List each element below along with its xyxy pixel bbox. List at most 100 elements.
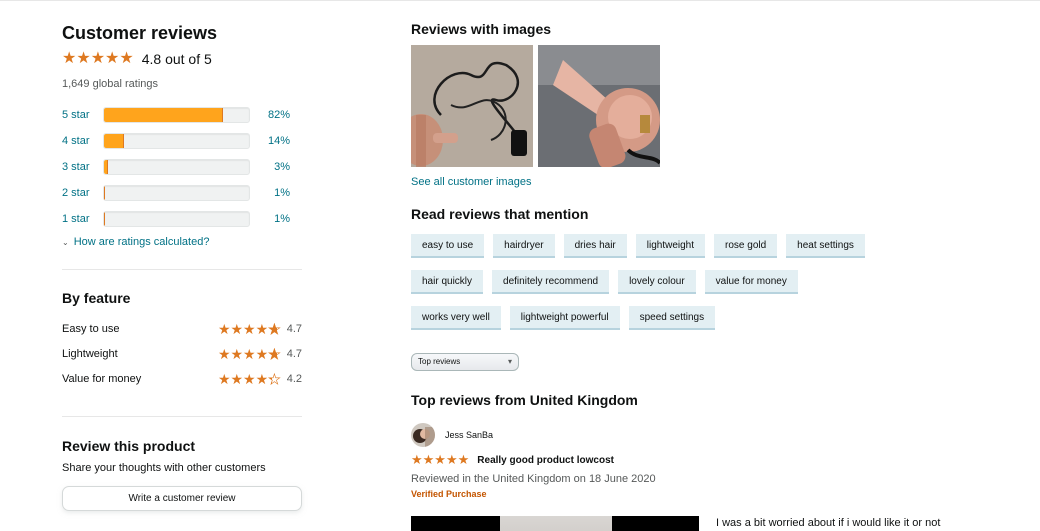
review-body: I was a bit worried about if i would lik… [716,517,941,529]
review-heading[interactable]: ★★★★★ Really good product lowcost [411,451,1031,469]
feature-row: Lightweight ★★★★ ★ 4.7 [62,341,302,366]
histogram-percent[interactable]: 1% [250,187,290,199]
histogram-bar[interactable] [103,211,250,227]
section-divider [62,269,302,270]
reviews-main: Reviews with images See all customer ima… [411,20,1031,531]
top-divider [0,0,1040,1]
average-stars: ★ ★ ★ ★ ★ [62,51,134,67]
histogram-fill [104,212,106,226]
star-icon: ★ [105,50,120,67]
reviewer-profile[interactable]: Jess SanBa [411,423,1031,447]
feature-rating: 4.2 [286,372,302,385]
top-reviews-title: Top reviews from United Kingdom [411,392,638,408]
star-icon: ★★★★ [217,370,269,387]
feature-row: Value for money ★★★★ ★ 4.2 [62,366,302,391]
histogram-fill [104,108,223,122]
histogram-label[interactable]: 3 star [62,161,102,173]
star-half-icon: ★ [268,370,281,387]
read-reviews-mention-title: Read reviews that mention [411,206,589,222]
verified-purchase-badge: Verified Purchase [411,489,487,499]
histogram-bar[interactable] [103,159,250,175]
review-image-thumbnail[interactable] [538,45,660,167]
feature-name: Easy to use [62,322,120,335]
histogram-percent[interactable]: 82% [250,109,290,121]
histogram-fill [104,160,109,174]
histogram-bar[interactable] [103,107,250,123]
star-half-icon: ★ [268,345,281,362]
mention-chip[interactable]: lightweight [635,234,706,258]
feature-rating: 4.7 [286,322,302,335]
histogram-bar[interactable] [103,185,250,201]
global-ratings-count: 1,649 global ratings [62,78,159,90]
review-images [411,45,1031,167]
mention-chip[interactable]: hairdryer [493,234,555,258]
review-item: Jess SanBa ★★★★★ Really good product low… [411,423,1031,531]
by-feature-title: By feature [62,290,131,306]
mention-chips: easy to use hairdryer dries hair lightwe… [411,234,871,330]
star-icon: ★ [90,50,106,67]
star-half-icon: ★ [268,320,281,337]
reviews-with-images-title: Reviews with images [411,21,552,37]
average-text: 4.8 out of 5 [141,51,212,67]
how-ratings-calculated-link[interactable]: ⌄ How are ratings calculated? [62,236,302,248]
feature-row: Easy to use ★★★★ ★ 4.7 [62,316,302,341]
sort-reviews-dropdown[interactable]: Top reviews ▾ [411,353,519,371]
how-ratings-label[interactable]: How are ratings calculated? [74,236,210,248]
star-icon: ★★★★★ [411,452,470,467]
avatar[interactable] [411,423,435,447]
star-icon: ★ [76,50,91,67]
star-icon: ★★★★ [217,320,269,337]
feature-list: Easy to use ★★★★ ★ 4.7 Lightweight ★★★★ ★ … [62,316,302,391]
mention-chip[interactable]: heat settings [786,234,865,258]
video-frame [500,516,612,531]
average-rating[interactable]: ★ ★ ★ ★ ★ 4.8 out of 5 [62,48,302,70]
histogram-label[interactable]: 4 star [62,135,102,147]
histogram-fill [104,186,106,200]
feature-stars: ★★★★ ★ [217,345,281,362]
chevron-down-icon: ▾ [507,357,512,366]
customer-reviews-title: Customer reviews [62,23,218,43]
histogram-row-1[interactable]: 1 star 1% [62,206,302,232]
hairdryer-cord-photo [411,45,533,167]
chevron-down-icon: ⌄ [62,237,69,247]
histogram-label[interactable]: 1 star [62,213,102,225]
see-all-images-link[interactable]: See all customer images [411,176,531,188]
review-title[interactable]: Really good product lowcost [477,455,614,466]
rating-histogram: 5 star 82% 4 star 14% 3 star 3% 2 star 1… [62,102,302,232]
histogram-fill [104,134,125,148]
review-stars[interactable]: ★★★★★ [411,451,469,469]
mention-chip[interactable]: lightweight powerful [509,306,620,330]
review-date: Reviewed in the United Kingdom on 18 Jun… [411,473,656,485]
mention-chip[interactable]: dries hair [563,234,627,258]
mention-chip[interactable]: speed settings [628,306,716,330]
feature-rating: 4.7 [286,347,302,360]
histogram-row-3[interactable]: 3 star 3% [62,154,302,180]
histogram-row-2[interactable]: 2 star 1% [62,180,302,206]
avatar-photo [411,423,435,447]
mention-chip[interactable]: lovely colour [618,270,696,294]
review-product-title: Review this product [62,438,196,454]
histogram-percent[interactable]: 14% [250,135,290,147]
section-divider [62,416,302,417]
histogram-label[interactable]: 2 star [62,187,102,199]
histogram-row-4[interactable]: 4 star 14% [62,128,302,154]
star-icon: ★★★★ [217,345,269,362]
histogram-percent[interactable]: 3% [250,161,290,173]
histogram-bar[interactable] [103,133,250,149]
mention-chip[interactable]: hair quickly [411,270,484,294]
star-icon: ★ [119,50,134,67]
mention-chip[interactable]: rose gold [714,234,778,258]
histogram-row-5[interactable]: 5 star 82% [62,102,302,128]
mention-chip[interactable]: definitely recommend [492,270,610,294]
hairdryer-photo [538,45,660,167]
histogram-percent[interactable]: 1% [250,213,290,225]
review-video[interactable] [411,516,699,531]
write-review-button[interactable]: Write a customer review [62,486,302,511]
reviewer-name[interactable]: Jess SanBa [445,430,493,440]
histogram-label[interactable]: 5 star [62,109,102,121]
feature-stars: ★★★★ ★ [217,370,281,387]
review-image-thumbnail[interactable] [411,45,533,167]
mention-chip[interactable]: easy to use [411,234,485,258]
mention-chip[interactable]: works very well [411,306,501,330]
mention-chip[interactable]: value for money [704,270,798,294]
